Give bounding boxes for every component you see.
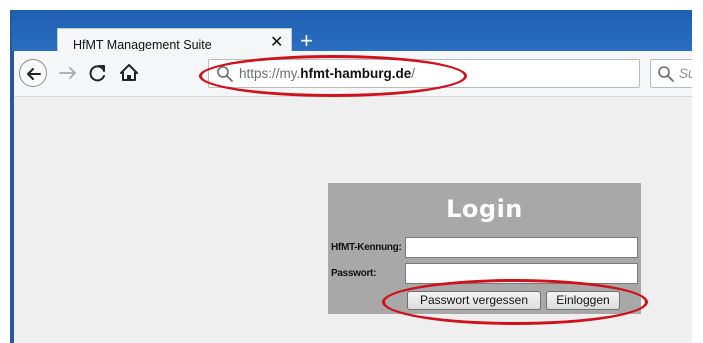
- search-icon: [657, 65, 675, 83]
- login-title: Login: [446, 195, 523, 223]
- back-arrow-icon[interactable]: [19, 59, 47, 87]
- close-icon[interactable]: ✕: [270, 34, 283, 52]
- left-gutter: [0, 0, 10, 343]
- home-icon[interactable]: [117, 60, 141, 86]
- tab-strip: HfMT Management Suite ✕ +: [12, 10, 692, 61]
- password-label: Passwort:: [331, 268, 377, 279]
- buttons-highlight-ellipse: [382, 279, 648, 325]
- username-label: HfMT-Kennung:: [331, 242, 402, 253]
- screen: HfMT Management Suite ✕ + https://my.hfm…: [0, 0, 703, 343]
- new-tab-icon[interactable]: +: [300, 30, 313, 52]
- tab-title: HfMT Management Suite: [73, 38, 212, 52]
- forward-arrow-icon[interactable]: [57, 60, 79, 86]
- reload-icon[interactable]: [87, 60, 109, 86]
- username-field[interactable]: [405, 237, 638, 258]
- right-edge: [692, 10, 703, 343]
- url-highlight-ellipse: [199, 55, 467, 97]
